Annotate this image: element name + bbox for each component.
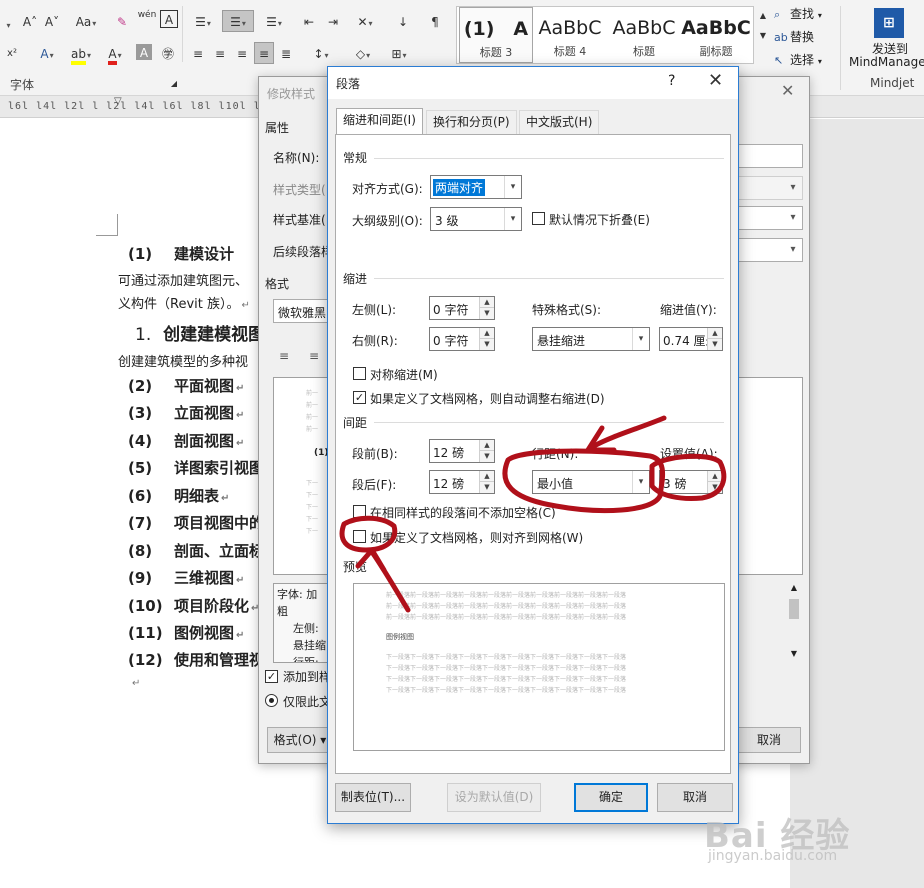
annotation-arrowhead-snap-grid <box>355 547 387 573</box>
annotation-circle-line-spacing <box>502 448 665 514</box>
baidu-watermark-url: jingyan.baidu.com <box>708 848 838 864</box>
annotation-circle-snap-grid <box>339 515 398 553</box>
annotation-arrow-line-spacing <box>591 415 667 449</box>
red-annotation-overlay <box>339 415 727 613</box>
